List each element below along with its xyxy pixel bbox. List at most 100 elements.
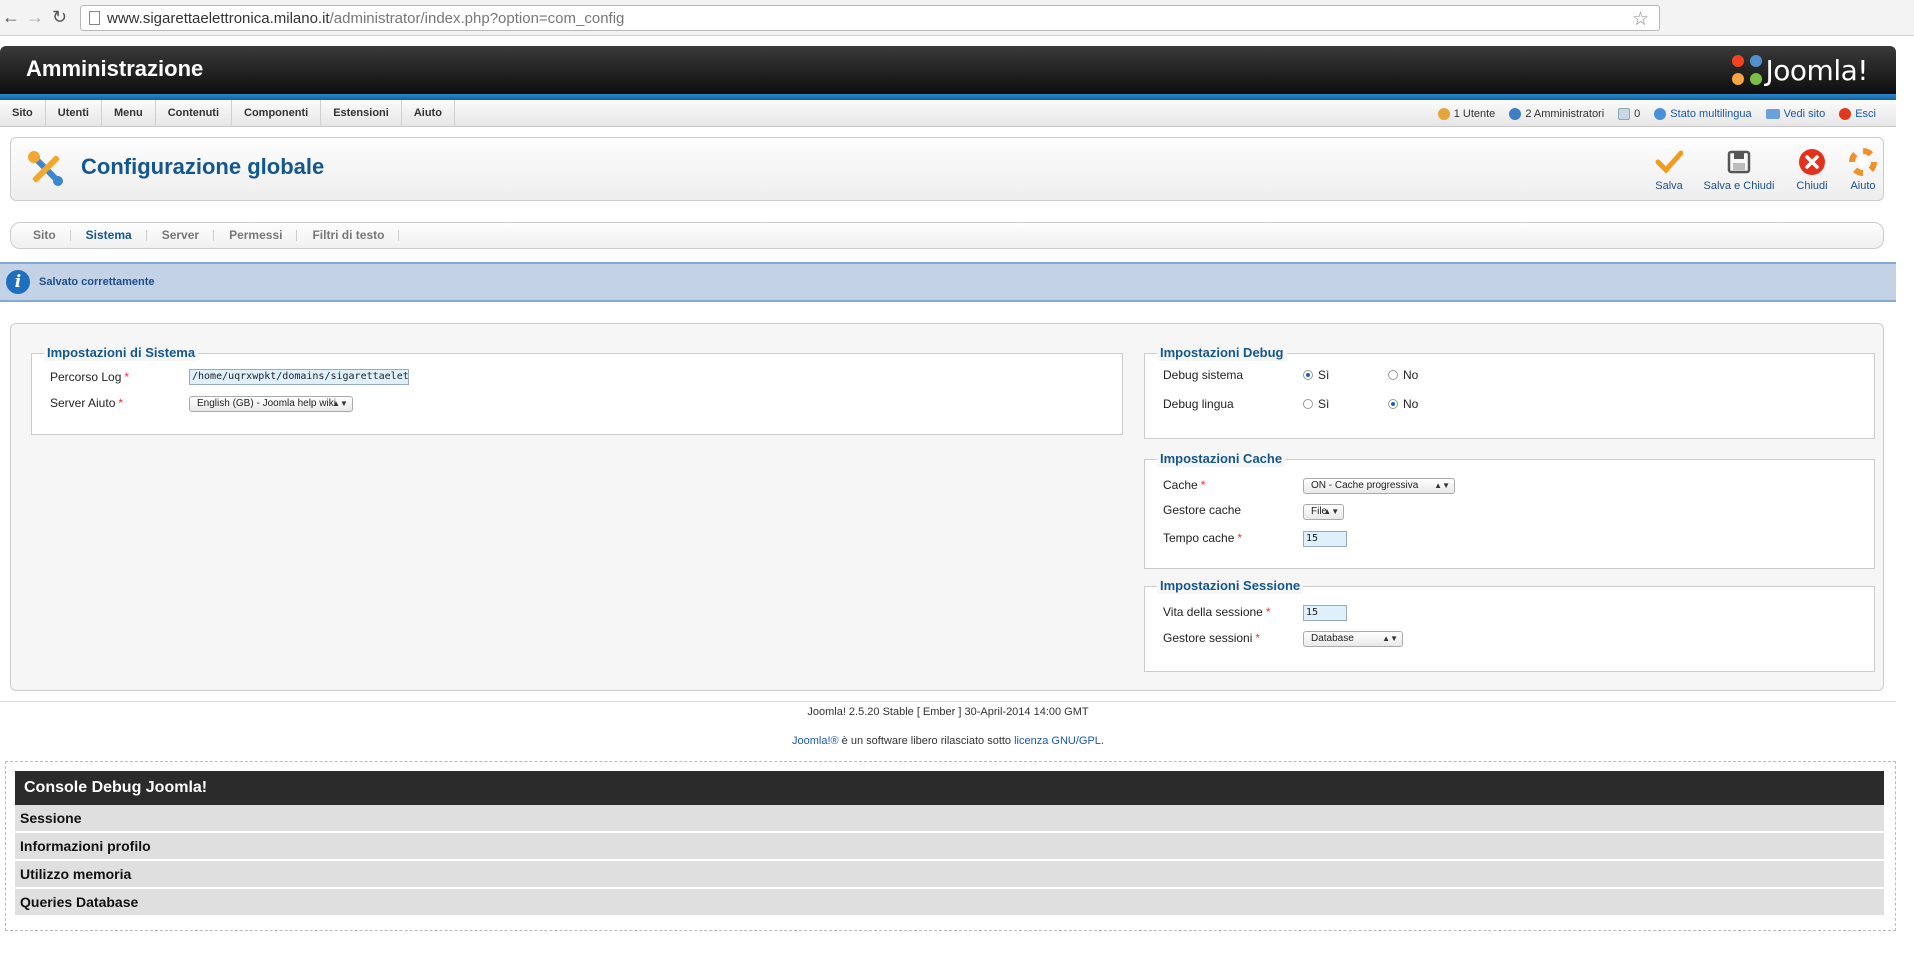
logout-link[interactable]: Esci: [1839, 107, 1876, 120]
tab-sito[interactable]: Sito: [11, 223, 71, 248]
select-arrow-icon: ▲▼: [1434, 481, 1450, 490]
browser-toolbar: ← → ↻ www.sigarettaelettronica.milano.it…: [0, 0, 1914, 36]
globe-icon: [1654, 107, 1667, 120]
view-site-link[interactable]: Vedi sito: [1765, 108, 1825, 120]
menu-item-estensioni[interactable]: Estensioni: [321, 100, 402, 127]
menu-item-sito[interactable]: Sito: [0, 100, 46, 127]
help-button[interactable]: Aiuto: [1845, 148, 1881, 194]
debug-system-label: Debug sistema: [1163, 368, 1244, 382]
radio-unselected-icon: [1303, 399, 1313, 409]
system-settings-legend: Impostazioni di Sistema: [44, 345, 199, 361]
joomla-logo-icon: [1731, 55, 1762, 85]
user-icon: [1437, 107, 1450, 120]
monitor-icon: [1765, 108, 1780, 119]
info-icon: i: [6, 270, 30, 294]
session-handler-select[interactable]: Database ▲▼: [1303, 631, 1403, 647]
cache-settings-legend: Impostazioni Cache: [1157, 451, 1286, 467]
page-right-edge: [1896, 46, 1914, 706]
menu-item-aiuto[interactable]: Aiuto: [402, 100, 455, 127]
debug-section-queries[interactable]: Queries Database: [15, 889, 1884, 916]
radio-unselected-icon: [1388, 370, 1398, 380]
lifebuoy-icon: [1849, 148, 1877, 176]
config-tools-icon: [28, 151, 63, 186]
session-settings-legend: Impostazioni Sessione: [1157, 578, 1304, 594]
admin-header: Amministrazione Joomla!: [0, 46, 1896, 94]
status-users[interactable]: 1 Utente: [1437, 107, 1495, 120]
debug-settings-fieldset: Impostazioni Debug Debug sistema Sì No D…: [1144, 345, 1875, 439]
log-path-label: Percorso Log *: [50, 370, 130, 384]
select-arrow-icon: ▲▼: [1323, 507, 1340, 516]
cache-settings-fieldset: Impostazioni Cache Cache * ON - Cache pro…: [1144, 451, 1875, 569]
menu-item-menu[interactable]: Menu: [102, 100, 156, 127]
debug-lang-label: Debug lingua: [1163, 397, 1234, 411]
floppy-disk-icon: [1727, 150, 1751, 174]
joomla-link[interactable]: Joomla!®: [792, 735, 839, 747]
session-lifetime-label: Vita della sessione *: [1163, 605, 1271, 619]
status-multilang[interactable]: Stato multilingua: [1654, 107, 1752, 120]
back-arrow-icon[interactable]: ←: [2, 7, 20, 27]
forward-arrow-icon[interactable]: →: [26, 7, 44, 27]
debug-system-no-radio[interactable]: No: [1388, 368, 1418, 382]
bookmark-star-icon[interactable]: ☆: [1632, 8, 1649, 31]
debug-section-profilo[interactable]: Informazioni profilo: [15, 833, 1884, 860]
tab-server[interactable]: Server: [147, 223, 215, 248]
session-settings-fieldset: Impostazioni Sessione Vita della session…: [1144, 578, 1875, 672]
url-text: www.sigarettaelettronica.milano.it/admin…: [107, 10, 625, 27]
tab-permessi[interactable]: Permessi: [214, 223, 298, 248]
address-bar[interactable]: www.sigarettaelettronica.milano.it/admin…: [80, 5, 1660, 31]
reload-icon[interactable]: ↻: [52, 7, 67, 27]
system-settings-fieldset: Impostazioni di Sistema Percorso Log * /h…: [31, 345, 1123, 435]
toolbar: Configurazione globale Salva Salva e Chi…: [10, 137, 1884, 201]
cache-select[interactable]: ON - Cache progressiva ▲▼: [1303, 478, 1455, 494]
page-title: Configurazione globale: [81, 154, 325, 179]
tab-sistema[interactable]: Sistema: [71, 223, 147, 248]
cache-time-input[interactable]: 15: [1303, 531, 1347, 547]
menu-item-componenti[interactable]: Componenti: [232, 100, 322, 127]
status-messages[interactable]: 0: [1618, 107, 1640, 120]
page-icon: [89, 11, 100, 25]
close-button[interactable]: Chiudi: [1787, 148, 1837, 194]
joomla-logo-text: Joomla!: [1765, 53, 1869, 87]
main-panel: Impostazioni di Sistema Percorso Log * /h…: [10, 323, 1884, 691]
radio-selected-icon: [1303, 370, 1313, 380]
close-icon: [1799, 149, 1825, 175]
save-button[interactable]: Salva: [1647, 148, 1691, 194]
system-message: i Salvato correttamente: [0, 262, 1896, 302]
license-link[interactable]: licenza GNU/GPL: [1014, 735, 1101, 747]
help-server-select[interactable]: English (GB) - Joomla help wiki ▲▼: [189, 396, 353, 412]
config-tabs: Sito Sistema Server Permessi Filtri di t…: [10, 222, 1884, 249]
license-text: Joomla!® è un software libero rilasciato…: [792, 735, 1104, 747]
version-text: Joomla! 2.5.20 Stable [ Ember ] 30-April…: [807, 706, 1089, 718]
debug-section-sessione[interactable]: Sessione: [15, 805, 1884, 832]
joomla-logo: Joomla!: [1731, 52, 1869, 88]
save-close-button[interactable]: Salva e Chiudi: [1697, 148, 1781, 194]
main-menu: Sito Utenti Menu Contenuti Componenti Es…: [0, 100, 1896, 127]
select-arrow-icon: ▲▼: [332, 399, 348, 408]
cache-handler-select[interactable]: File ▲▼: [1303, 504, 1345, 520]
session-lifetime-input[interactable]: 15: [1303, 605, 1347, 621]
tab-filtri-testo[interactable]: Filtri di testo: [297, 223, 400, 248]
status-admins[interactable]: 2 Amministratori: [1509, 107, 1604, 120]
debug-system-yes-radio[interactable]: Sì: [1303, 368, 1329, 382]
radio-selected-icon: [1388, 399, 1398, 409]
debug-console-title: Console Debug Joomla!: [15, 771, 1884, 805]
message-icon: [1618, 107, 1631, 120]
debug-lang-no-radio[interactable]: No: [1388, 397, 1418, 411]
menu-item-contenuti[interactable]: Contenuti: [156, 100, 233, 127]
page-divider: [0, 701, 1896, 702]
cache-handler-label: Gestore cache: [1163, 503, 1242, 517]
select-arrow-icon: ▲▼: [1382, 634, 1398, 643]
session-handler-label: Gestore sessioni *: [1163, 631, 1261, 645]
log-path-input[interactable]: /home/uqrxwpkt/domains/sigarettaelettron: [189, 369, 409, 385]
menu-item-utenti[interactable]: Utenti: [46, 100, 102, 127]
admin-icon: [1509, 107, 1522, 120]
debug-console: Console Debug Joomla! Sessione Informazi…: [5, 761, 1896, 931]
logout-icon: [1839, 107, 1852, 120]
status-area: 1 Utente 2 Amministratori 0 Stato multil…: [1437, 100, 1876, 127]
message-text: Salvato correttamente: [39, 276, 155, 288]
cache-time-label: Tempo cache *: [1163, 531, 1243, 545]
cache-label: Cache *: [1163, 478, 1206, 492]
help-server-label: Server Aiuto *: [50, 396, 124, 410]
debug-section-memoria[interactable]: Utilizzo memoria: [15, 861, 1884, 888]
debug-lang-yes-radio[interactable]: Sì: [1303, 397, 1329, 411]
